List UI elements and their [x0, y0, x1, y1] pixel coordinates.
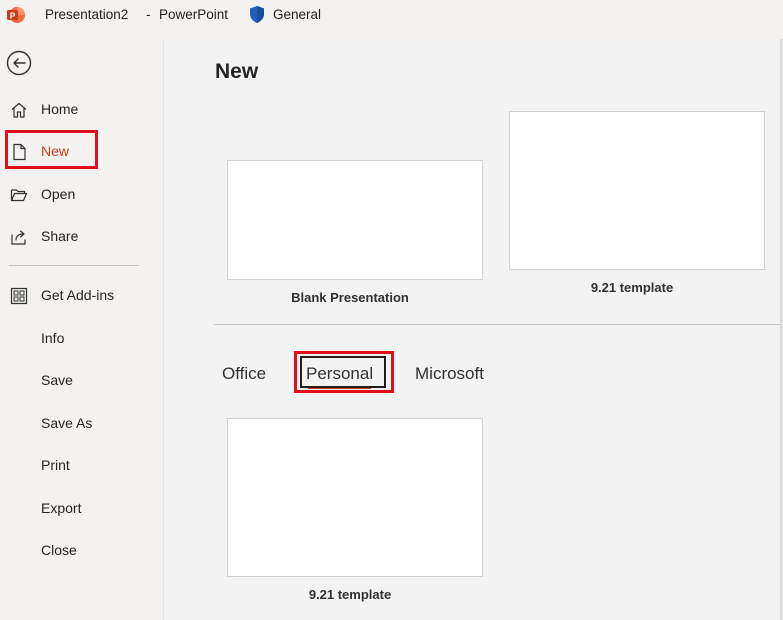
sidebar-item-label: Home [41, 101, 79, 117]
sidebar-item-label: Save As [41, 415, 93, 431]
personal-template-label[interactable]: 9.21 template [227, 587, 473, 602]
page-title: New [215, 60, 259, 83]
share-icon [11, 230, 26, 245]
highlight-box-new [5, 130, 98, 169]
powerpoint-logo-icon: P [7, 7, 25, 23]
title-bar: P Presentation2 - PowerPoint General [0, 0, 783, 30]
open-folder-icon [10, 189, 28, 202]
sidebar-item-label: Info [41, 330, 65, 346]
sidebar-item-label: Get Add-ins [41, 287, 115, 303]
sidebar-item-close[interactable]: Close [6, 533, 96, 567]
title-separator: - [146, 7, 151, 22]
sidebar-item-export[interactable]: Export [6, 491, 96, 525]
blank-presentation-label[interactable]: Blank Presentation [227, 290, 473, 305]
sidebar-item-label: Export [41, 500, 82, 516]
template-label[interactable]: 9.21 template [509, 280, 755, 295]
template-thumbnail[interactable] [509, 111, 765, 270]
document-name: Presentation2 [45, 7, 129, 22]
sensitivity-shield-icon[interactable] [248, 5, 266, 24]
blank-presentation-thumbnail[interactable] [227, 160, 483, 280]
sidebar-item-save-as[interactable]: Save As [6, 406, 96, 440]
tab-label: Office [222, 364, 267, 383]
tab-label: Microsoft [415, 364, 484, 383]
sidebar-item-print[interactable]: Print [6, 448, 96, 482]
svg-text:P: P [10, 12, 16, 21]
sidebar-item-label: Save [41, 372, 73, 388]
sidebar-item-save[interactable]: Save [6, 363, 96, 397]
add-ins-grid-icon [10, 287, 28, 305]
sidebar-item-get-add-ins[interactable]: Get Add-ins [6, 278, 146, 312]
sidebar-item-share[interactable]: Share [6, 219, 96, 253]
sensitivity-label[interactable]: General [273, 7, 321, 22]
sidebar-item-label: Print [41, 457, 70, 473]
sidebar-item-info[interactable]: Info [6, 321, 96, 355]
sidebar-item-home[interactable]: Home [6, 92, 96, 126]
section-divider [214, 324, 781, 325]
sidebar-item-label: Close [41, 542, 77, 558]
app-name: PowerPoint [159, 7, 229, 22]
personal-template-thumbnail[interactable] [227, 418, 483, 577]
sidebar-item-label: Open [41, 186, 76, 202]
tab-office[interactable]: Office [222, 364, 266, 384]
back-arrow-icon[interactable] [6, 50, 32, 76]
sidebar-item-label: Share [41, 228, 79, 244]
home-icon [11, 102, 27, 118]
sidebar-divider [9, 265, 139, 266]
sidebar-item-open[interactable]: Open [6, 177, 96, 211]
tab-microsoft[interactable]: Microsoft [415, 364, 484, 384]
highlight-box-personal [294, 351, 394, 393]
